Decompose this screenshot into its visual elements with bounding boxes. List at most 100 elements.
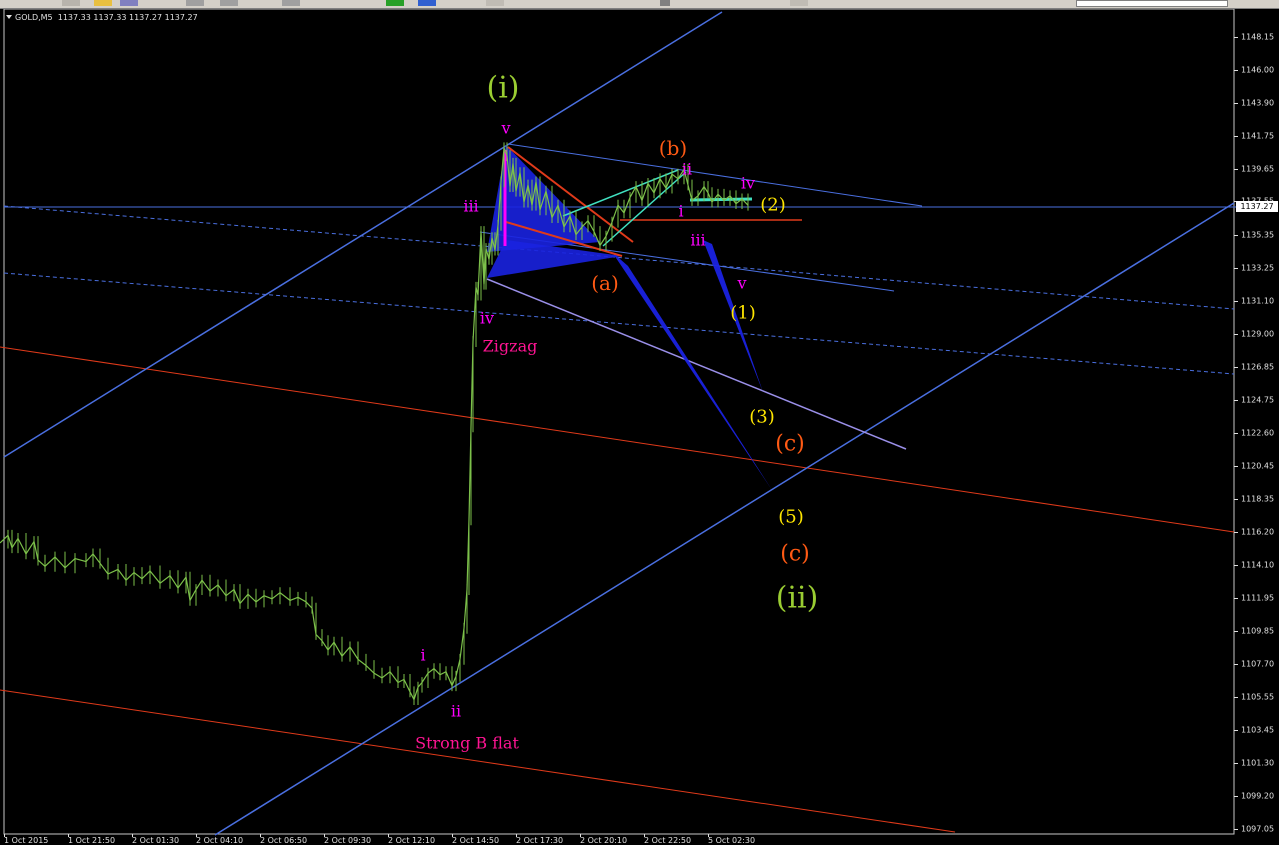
price-tick-label: 1116.20: [1241, 527, 1275, 537]
blue-dashed-channel-upper: [3, 205, 1235, 310]
price-tick-label: 1124.75: [1241, 395, 1275, 405]
wave-3-label: (3): [749, 406, 775, 428]
ohlc-label: 1137.33 1137.33 1137.27 1137.27: [57, 13, 198, 22]
price-tick-label: 1122.60: [1241, 428, 1275, 438]
chart-plot: [0, 9, 1236, 836]
price-tick-mark: [1234, 136, 1238, 138]
price-tick-mark: [1234, 70, 1238, 72]
price-tick-label: 1120.45: [1241, 461, 1275, 471]
red-channel-upper-line: [0, 346, 1235, 533]
price-tick-mark: [1234, 367, 1238, 369]
price-tick-mark: [1234, 532, 1238, 534]
current-price-badge: 1137.27: [1236, 201, 1278, 212]
price-tick-mark: [1234, 37, 1238, 38]
price-tick-label: 1109.85: [1241, 626, 1275, 636]
sub-wave-iv-left: iv: [479, 308, 495, 328]
sub-wave-i-bottom: i: [420, 645, 426, 665]
price-tick-mark: [1234, 498, 1238, 500]
price-tick-mark: [1234, 630, 1238, 632]
main-channel-upper-line: [3, 11, 723, 458]
sub-wave-ii-right: ii: [681, 159, 693, 179]
toolbar-button[interactable]: [790, 0, 808, 6]
sub-wave-i-right: i: [678, 201, 684, 221]
price-tick-label: 1146.00: [1241, 65, 1275, 75]
price-tick-label: 1129.00: [1241, 329, 1275, 339]
toolbar-button[interactable]: [94, 0, 112, 6]
toolbar-button[interactable]: [486, 0, 504, 6]
price-tick-mark: [1234, 829, 1238, 830]
search-input[interactable]: [1076, 0, 1228, 7]
sub-wave-ii-bottom: ii: [450, 701, 462, 721]
price-tick-label: 1099.20: [1241, 791, 1275, 801]
wave-1-label: (1): [730, 302, 756, 324]
price-tick-label: 1141.75: [1241, 131, 1275, 141]
price-tick-mark: [1234, 267, 1238, 269]
toolbar-button[interactable]: [120, 0, 138, 6]
wave-5-label: (5): [778, 506, 804, 528]
add-icon[interactable]: [386, 0, 404, 6]
wave-a-label: (a): [591, 271, 619, 295]
plot-border: [3, 9, 1235, 835]
price-tick-mark: [1234, 333, 1238, 335]
price-tick-label: 1139.65: [1241, 164, 1275, 174]
toolbar: [0, 0, 1279, 9]
lavender-trend-line: [486, 278, 907, 450]
zigzag-label: Zigzag: [482, 336, 538, 356]
price-tick-label: 1105.55: [1241, 692, 1275, 702]
wave-c-lower-label: (c): [780, 541, 810, 567]
price-tick-label: 1143.90: [1241, 98, 1275, 108]
price-tick-mark: [1234, 168, 1238, 170]
symbol-header: GOLD,M5 1137.33 1137.33 1137.27 1137.27: [6, 13, 198, 22]
price-tick-label: 1114.10: [1241, 560, 1275, 570]
symbol-label: GOLD,M5: [15, 13, 53, 22]
price-tick-label: 1101.30: [1241, 758, 1275, 768]
price-tick-label: 1131.10: [1241, 296, 1275, 306]
small-channel-upper-line: [507, 143, 923, 207]
wave-b-label: (b): [658, 136, 688, 160]
price-tick-label: 1118.35: [1241, 494, 1275, 504]
price-tick-mark: [1234, 763, 1238, 765]
price-tick-mark: [1234, 466, 1238, 468]
wave-ii-circled-label: (ii): [775, 580, 819, 616]
sub-wave-iii-left: iii: [463, 196, 479, 216]
price-tick-mark: [1234, 564, 1238, 566]
price-tick-mark: [1234, 301, 1238, 303]
fill-triangle-c: [612, 252, 772, 490]
price-tick-mark: [1234, 663, 1238, 665]
price-tick-mark: [1234, 598, 1238, 600]
red-channel-lower-line: [0, 689, 956, 833]
price-tick-label: 1097.05: [1241, 824, 1275, 834]
scroll-handle[interactable]: [660, 0, 670, 6]
price-tick-label: 1111.95: [1241, 593, 1275, 603]
blue-dashed-channel-lower: [3, 272, 1235, 375]
toolbar-button[interactable]: [220, 0, 238, 6]
strong-b-flat-label: Strong B flat: [415, 733, 519, 753]
price-tick-label: 1126.85: [1241, 362, 1275, 372]
globe-icon[interactable]: [418, 0, 436, 6]
price-tick-mark: [1234, 102, 1238, 104]
toolbar-button[interactable]: [282, 0, 300, 6]
time-axis: 1 Oct 2015 1 Oct 21:50 2 Oct 01:30 2 Oct 04…: [0, 834, 1234, 845]
price-tick-mark: [1234, 697, 1238, 699]
toolbar-button[interactable]: [186, 0, 204, 6]
chart-window[interactable]: [0, 9, 1279, 844]
sub-wave-iii-right: iii: [690, 230, 706, 250]
price-tick-mark: [1234, 795, 1238, 797]
wave-c-upper-label: (c): [775, 431, 805, 457]
price-tick-mark: [1234, 399, 1238, 401]
price-axis: 1148.15 1146.00 1143.90 1141.75 1139.65 1137.…: [1234, 9, 1279, 835]
price-tick-mark: [1234, 729, 1238, 731]
sub-wave-iv-right: iv: [740, 173, 756, 193]
price-tick-label: 1135.35: [1241, 230, 1275, 240]
sub-wave-v-right: v: [737, 273, 747, 293]
price-tick-label: 1103.45: [1241, 725, 1275, 735]
price-tick-label: 1107.70: [1241, 659, 1275, 669]
price-tick-mark: [1234, 235, 1238, 237]
main-channel-lower-line: [214, 202, 1235, 836]
price-tick-mark: [1234, 433, 1238, 434]
sub-wave-v-top: v: [501, 118, 511, 138]
price-line: [0, 147, 749, 702]
price-tick-label: 1148.15: [1241, 32, 1275, 42]
toolbar-button[interactable]: [62, 0, 80, 6]
dropdown-arrow-icon[interactable]: [6, 15, 12, 19]
